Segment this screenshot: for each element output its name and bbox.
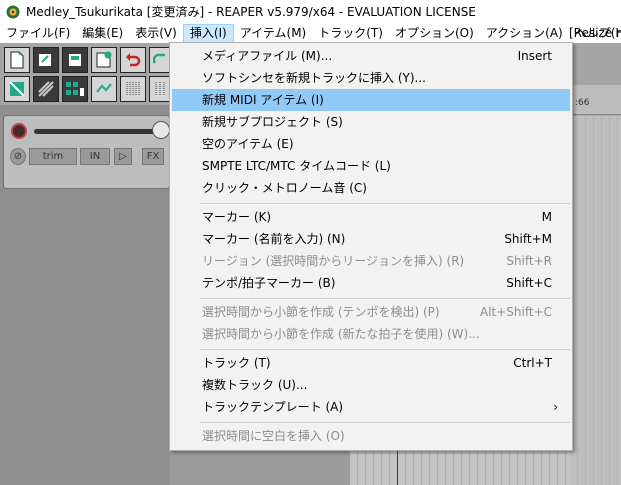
insert-new-midi-item[interactable]: 新規 MIDI アイテム (I) [172,89,570,111]
ripple-edit-icon[interactable] [33,76,59,102]
track-control-panel: ⊘ trim IN ▷ FX [0,105,170,485]
project-settings-icon[interactable] [91,47,117,73]
fx-button[interactable]: FX [142,148,164,165]
menu-bar: ファイル(F) 編集(E) 表示(V) 挿入(I) アイテム(M) トラック(T… [0,23,621,43]
svg-text:*: * [18,51,22,60]
input-button[interactable]: IN [80,148,110,165]
metronome-grid-icon[interactable] [120,76,146,102]
insert-smpte-timecode[interactable]: SMPTE LTC/MTC タイムコード (L) [172,155,570,177]
menu-track[interactable]: トラック(T) [312,24,389,43]
insert-empty-item[interactable]: 空のアイテム (E) [172,133,570,155]
menu-edit[interactable]: 編集(E) [76,24,129,43]
insert-virtual-instrument[interactable]: ソフトシンセを新規トラックに挿入 (Y)... [172,67,570,89]
insert-region[interactable]: リージョン (選択時間からリージョンを挿入) (R) Shift+R [172,250,570,272]
record-arm-icon[interactable] [11,123,27,139]
save-project-icon[interactable] [62,47,88,73]
reaper-logo-icon [6,5,20,18]
insert-tempo-marker[interactable]: テンポ/拍子マーカー (B) Shift+C [172,272,570,294]
insert-media-file[interactable]: メディアファイル (M)... Insert [172,45,570,67]
insert-click-source[interactable]: クリック・メトロノーム音 (C) [172,177,570,199]
open-project-icon[interactable] [33,47,59,73]
insert-track[interactable]: トラック (T) Ctrl+T [172,352,570,374]
insert-menu: メディアファイル (M)... Insert ソフトシンセを新規トラックに挿入 … [169,42,573,451]
menu-item[interactable]: アイテム(M) [234,24,313,43]
track-header[interactable]: ⊘ trim IN ▷ FX [3,115,170,189]
menu-separator [200,203,570,204]
menu-file[interactable]: ファイル(F) [0,24,76,43]
ruler-label: :66 [575,98,590,108]
main-toolbar: * [0,43,170,105]
menu-separator [200,349,570,350]
toolbar-right [570,43,621,85]
title-bar: Medley_Tsukurikata [変更済み] - REAPER v5.97… [0,0,621,23]
insert-marker[interactable]: マーカー (K) M [172,206,570,228]
grid-snap-icon[interactable] [4,76,30,102]
insert-track-template[interactable]: トラックテンプレート (A) › [172,396,570,418]
insert-new-subproject[interactable]: 新規サブプロジェクト (S) [172,111,570,133]
menu-separator [200,422,570,423]
phase-icon[interactable]: ⊘ [10,148,26,165]
menu-insert[interactable]: 挿入(I) [182,23,234,43]
menu-view[interactable]: 表示(V) [129,24,183,43]
menu-actions[interactable]: アクション(A) [480,24,569,43]
insert-marker-prompt[interactable]: マーカー (名前を入力) (N) Shift+M [172,228,570,250]
play-icon[interactable]: ▷ [114,148,132,165]
insert-empty-space[interactable]: 選択時間に空白を挿入 (O) [172,425,570,447]
redo-icon[interactable] [149,47,170,73]
undo-icon[interactable] [120,47,146,73]
menu-separator [200,298,570,299]
grid-lines-icon[interactable] [149,76,170,102]
insert-measure-detect[interactable]: 選択時間から小節を作成 (テンポを検出) (P) Alt+Shift+C [172,301,570,323]
trim-label: trim [42,151,64,162]
trim-button[interactable]: trim [29,148,77,165]
input-label: IN [89,151,101,162]
arrange-grid-lower[interactable] [350,450,570,485]
menu-options[interactable]: オプション(O) [389,24,480,43]
submenu-arrow-icon: › [553,400,558,414]
new-project-icon[interactable]: * [4,47,30,73]
envelope-lock-icon[interactable] [91,76,117,102]
volume-slider[interactable] [34,129,164,134]
volume-knob-icon[interactable] [152,121,170,139]
insert-measure-new[interactable]: 選択時間から小節を作成 (新たな拍子を使用) (W)... [172,323,570,345]
insert-multiple-tracks[interactable]: 複数トラック (U)... [172,374,570,396]
arrange-grid[interactable] [570,116,621,485]
menu-resize[interactable]: [Resize m [569,23,621,43]
edit-cursor [397,450,398,485]
window-title: Medley_Tsukurikata [変更済み] - REAPER v5.97… [26,5,476,19]
fx-label: FX [146,151,160,162]
item-grouping-icon[interactable] [62,76,88,102]
